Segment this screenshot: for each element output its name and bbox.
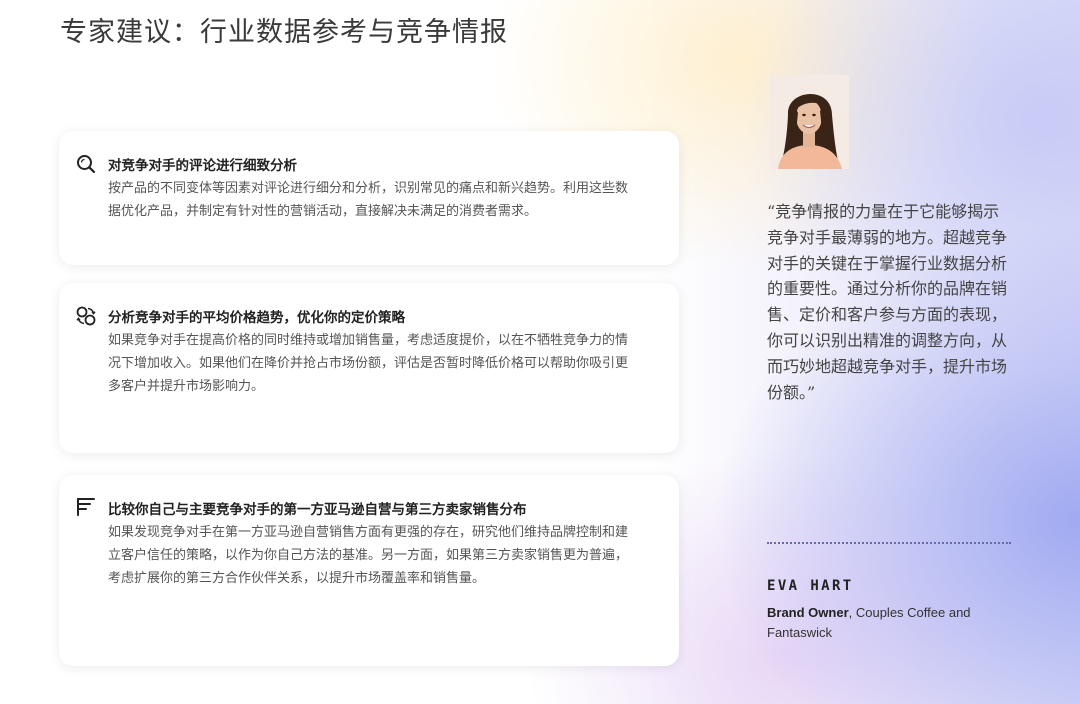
dotted-divider <box>767 542 1011 544</box>
price-trend-icon <box>76 306 96 326</box>
testimonial-quote: “竞争情报的力量在于它能够揭示竞争对手最薄弱的地方。超越竞争对手的关键在于掌握行… <box>767 202 1008 402</box>
card-title: 比较你自己与主要竞争对手的第一方亚马逊自营与第三方卖家销售分布 <box>108 502 527 518</box>
distribution-icon <box>77 498 95 516</box>
tip-card-sales-distribution: 比较你自己与主要竞争对手的第一方亚马逊自营与第三方卖家销售分布 如果发现竞争对手… <box>59 475 679 666</box>
card-title: 分析竞争对手的平均价格趋势，优化你的定价策略 <box>108 310 405 326</box>
avatar <box>770 75 849 169</box>
author-role: Brand Owner, Couples Coffee and Fantaswi… <box>767 603 987 643</box>
card-body: 按产品的不同变体等因素对评论进行细分和分析，识别常见的痛点和新兴趋势。利用这些数… <box>108 181 629 219</box>
tip-card-price-trend: 分析竞争对手的平均价格趋势，优化你的定价策略 如果竞争对手在提高价格的同时维持或… <box>59 283 679 453</box>
card-body: 如果竞争对手在提高价格的同时维持或增加销售量，考虑适度提价，以在不牺牲竞争力的情… <box>108 333 629 394</box>
author-title: Brand Owner <box>767 605 849 620</box>
author-name: EVA HART <box>767 578 854 594</box>
page-title: 专家建议：行业数据参考与竞争情报 <box>60 17 508 48</box>
card-title: 对竞争对手的评论进行细致分析 <box>108 158 297 174</box>
magnifier-icon <box>77 155 96 174</box>
tip-card-review-analysis: 对竞争对手的评论进行细致分析 按产品的不同变体等因素对评论进行细分和分析，识别常… <box>59 131 679 265</box>
portrait-image <box>770 75 849 169</box>
card-body: 如果发现竞争对手在第一方亚马逊自营销售方面有更强的存在，研究他们维持品牌控制和建… <box>108 525 629 586</box>
